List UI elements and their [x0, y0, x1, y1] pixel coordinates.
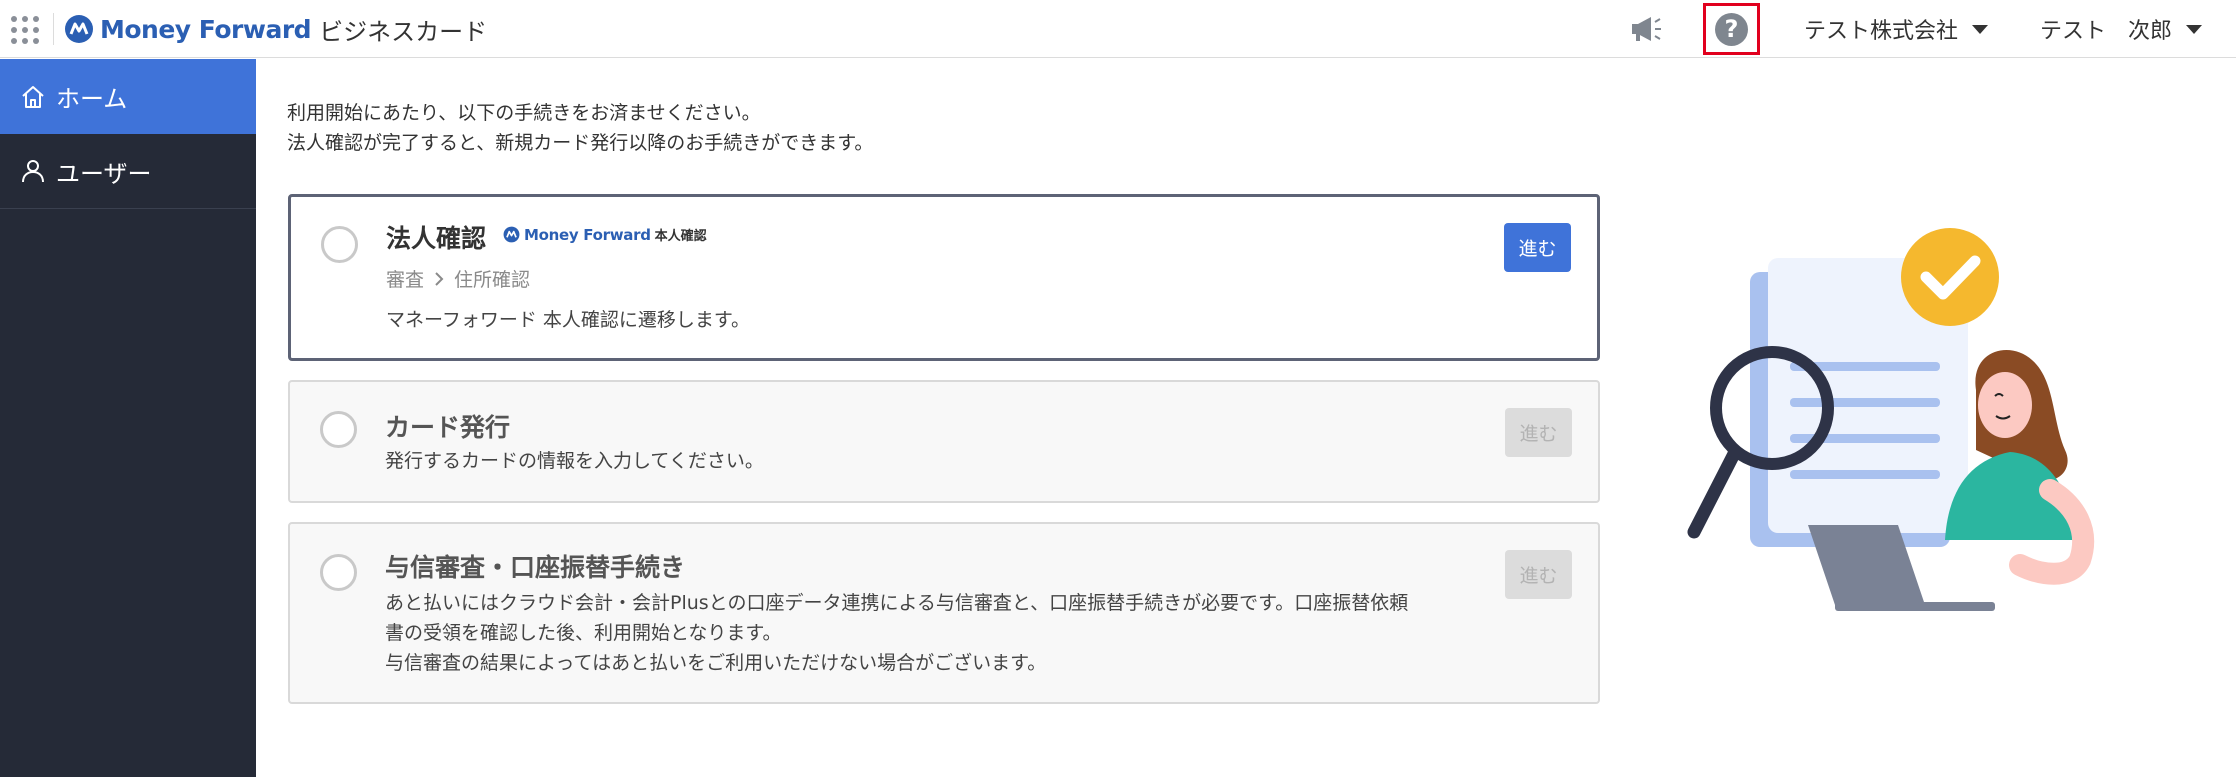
sidebar: ホーム ユーザー [0, 59, 256, 777]
company-switcher[interactable]: テスト株式会社 [1804, 0, 1989, 58]
user-menu[interactable]: テスト 次郎 [2040, 0, 2203, 58]
step-title: カード発行 [385, 413, 511, 442]
megaphone-icon [1632, 17, 1661, 41]
brand-name: Money Forward [100, 14, 312, 44]
mf-identity-badge: Money Forward 本人確認 [503, 225, 707, 244]
step-card-card-issue: カード発行 発行するカードの情報を入力してください。 進む [288, 380, 1600, 503]
help-button[interactable]: ? [1703, 3, 1760, 55]
sidebar-item-label: ユーザー [56, 159, 152, 188]
step-radio[interactable] [320, 411, 357, 448]
sidebar-item-home[interactable]: ホーム [0, 59, 256, 134]
badge-brand: Money Forward [524, 225, 651, 244]
chevron-right-icon [435, 271, 444, 286]
step-breadcrumb: 審査 住所確認 [386, 265, 530, 292]
caret-down-icon [1972, 24, 1989, 34]
breadcrumb-item: 審査 [386, 269, 425, 291]
user-icon [22, 160, 44, 183]
step-radio[interactable] [321, 226, 358, 263]
caret-down-icon [2186, 24, 2203, 34]
step-title: 与信審査・口座振替手続き [385, 553, 686, 582]
description-line: 書の受領を確認した後、利用開始となります。 [385, 622, 782, 644]
money-forward-logo-icon [65, 15, 93, 43]
badge-sub: 本人確認 [654, 229, 707, 244]
product-name: ビジネスカード [319, 17, 488, 46]
proceed-button[interactable]: 進む [1504, 223, 1571, 272]
intro-text: 利用開始にあたり、以下の手続きをお済ませください。 法人確認が完了すると、新規カ… [287, 98, 873, 158]
top-header: Money Forward ビジネスカード ? テスト株式会社 テスト 次郎 [0, 0, 2236, 58]
company-name: テスト株式会社 [1804, 19, 1959, 44]
step-title: 法人確認 [386, 224, 487, 253]
step-description: 発行するカードの情報を入力してください。 [385, 450, 764, 472]
breadcrumb-item: 住所確認 [454, 269, 531, 291]
step-description: マネーフォワード 本人確認に遷移します。 [386, 309, 751, 331]
header-divider [53, 13, 54, 45]
step-radio[interactable] [320, 554, 357, 591]
intro-line: 利用開始にあたり、以下の手続きをお済ませください。 [287, 102, 761, 124]
intro-line: 法人確認が完了すると、新規カード発行以降のお手続きができます。 [287, 132, 874, 154]
sidebar-item-users[interactable]: ユーザー [0, 134, 256, 209]
description-line: 与信審査の結果によってはあと払いをご利用いただけない場合がございます。 [385, 652, 1047, 674]
description-line: あと払いにはクラウド会計・会計Plusとの口座データ連携による与信審査と、口座振… [385, 592, 1409, 614]
announcement-button[interactable] [1626, 0, 1666, 58]
home-icon [22, 85, 44, 108]
user-name: テスト 次郎 [2040, 19, 2173, 44]
apps-grid-icon[interactable] [8, 13, 42, 47]
proceed-button-disabled: 進む [1505, 408, 1572, 457]
verification-illustration [1687, 228, 2095, 611]
step-description: あと払いにはクラウド会計・会計Plusとの口座データ連携による与信審査と、口座振… [385, 588, 1485, 678]
step-card-credit-review: 与信審査・口座振替手続き あと払いにはクラウド会計・会計Plusとの口座データ連… [288, 522, 1600, 704]
brand-logo[interactable]: Money Forward ビジネスカード [64, 9, 487, 49]
proceed-button-disabled: 進む [1505, 550, 1572, 599]
sidebar-item-label: ホーム [56, 85, 128, 113]
money-forward-logo-icon [503, 226, 520, 243]
step-card-corporate-verification: 法人確認 Money Forward 本人確認 審査 住所確認 マネーフォワード… [288, 194, 1600, 361]
help-icon: ? [1715, 12, 1748, 46]
